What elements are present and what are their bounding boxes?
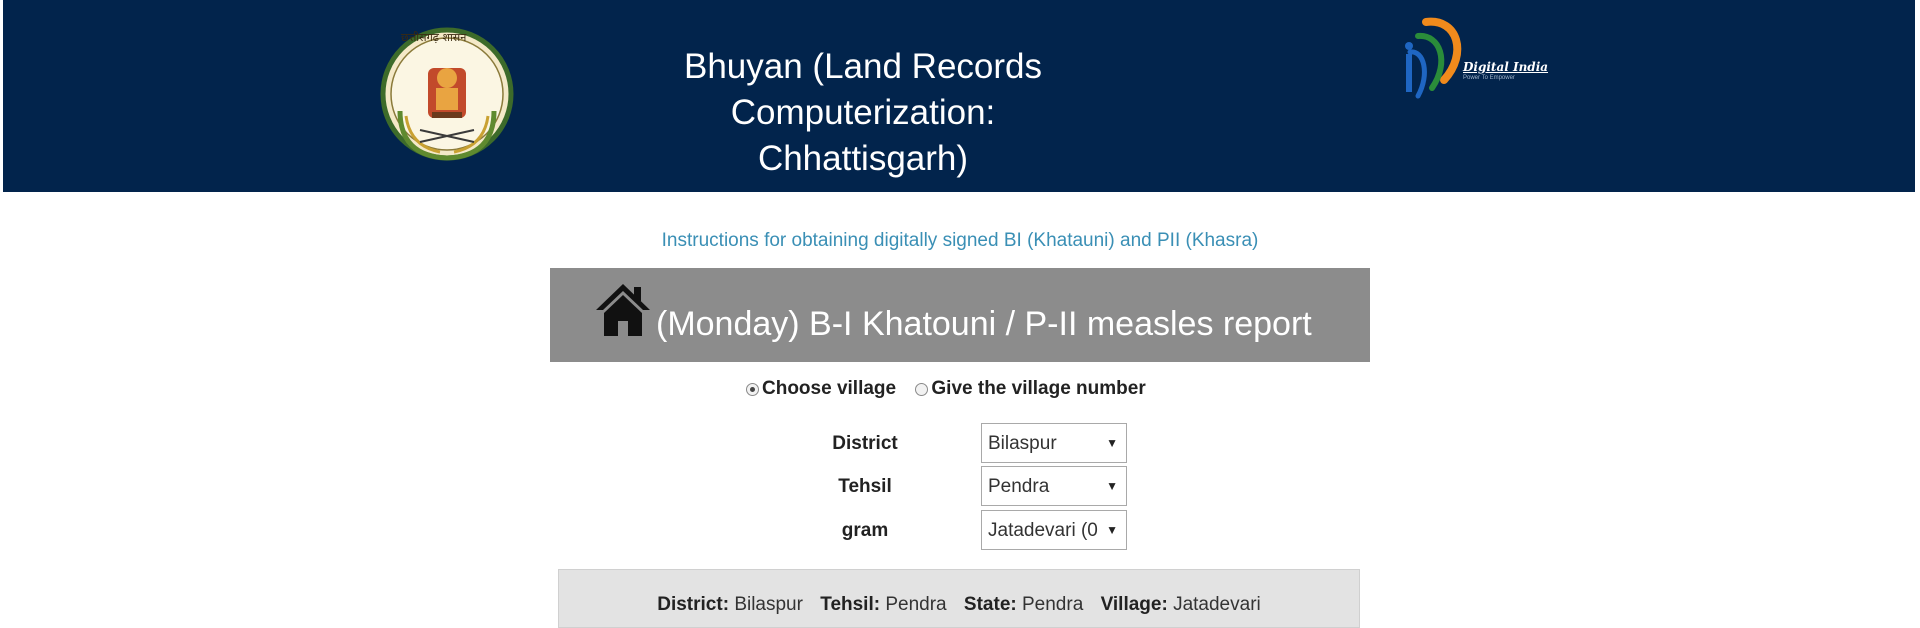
village-number-radio[interactable]: Give the village number [915, 378, 1146, 400]
tehsil-select-value: Pendra [988, 476, 1050, 497]
district-select[interactable]: Bilaspur ▼ [981, 423, 1127, 463]
digital-india-logo-icon [1405, 17, 1462, 99]
summary-village-label: Village: [1100, 594, 1168, 615]
digital-india-label: Digital India [1463, 60, 1549, 74]
radio-unchecked-icon[interactable] [915, 382, 929, 396]
choose-village-label: Choose village [762, 378, 897, 399]
radio-checked-icon[interactable] [746, 382, 759, 396]
summary-tehsil-value: Pendra [885, 594, 947, 615]
village-mode-selector: Choose village Give the village number [746, 378, 1160, 402]
summary-district-label: District: [657, 594, 730, 615]
summary-tehsil-label: Tehsil: [820, 594, 881, 615]
report-title: (Monday) B-I Khatouni / P-II measles rep… [656, 305, 1312, 343]
home-icon[interactable] [594, 282, 652, 338]
report-title-bar: (Monday) B-I Khatouni / P-II measles rep… [550, 268, 1370, 362]
gram-select[interactable]: Jatadevari (0 ▼ [981, 510, 1127, 550]
choose-village-radio[interactable]: Choose village [746, 378, 896, 400]
selection-summary: District: Bilaspur Tehsil: Pendra State:… [558, 569, 1360, 628]
district-select-value: Bilaspur [988, 433, 1057, 454]
gram-row: gram Jatadevari (0 ▼ [780, 510, 1130, 552]
district-label: District [832, 433, 898, 454]
gram-label: gram [841, 520, 889, 541]
instructions-link[interactable]: Instructions for obtaining digitally sig… [560, 230, 1360, 252]
digital-india-tagline: Power To Empower [1463, 75, 1515, 81]
page-title-line1: Bhuyan (Land Records Computerization: [684, 47, 1042, 132]
page-title-line2: Chhattisgarh) [757, 139, 969, 178]
page-title: Bhuyan (Land Records Computerization: Ch… [563, 44, 1163, 182]
summary-state-label: State: [963, 594, 1017, 615]
seal-text: छत्तीसगढ़ शासन [401, 31, 467, 44]
dropdown-arrow-icon: ▼ [1106, 436, 1118, 450]
dropdown-arrow-icon: ▼ [1106, 523, 1118, 537]
summary-village-value: Jatadevari [1173, 594, 1261, 615]
dropdown-arrow-icon: ▼ [1106, 479, 1118, 493]
summary-state-value: Pendra [1022, 594, 1084, 615]
site-header: छत्तीसगढ़ शासन Bhuyan (Land Records Comp… [3, 0, 1915, 192]
tehsil-select[interactable]: Pendra ▼ [981, 466, 1127, 506]
summary-district-value: Bilaspur [734, 594, 803, 615]
gram-select-value: Jatadevari (0 [988, 520, 1098, 541]
district-row: District Bilaspur ▼ [780, 423, 1130, 465]
tehsil-row: Tehsil Pendra ▼ [780, 466, 1130, 508]
village-number-label: Give the village number [931, 378, 1146, 399]
tehsil-label: Tehsil [838, 476, 892, 497]
